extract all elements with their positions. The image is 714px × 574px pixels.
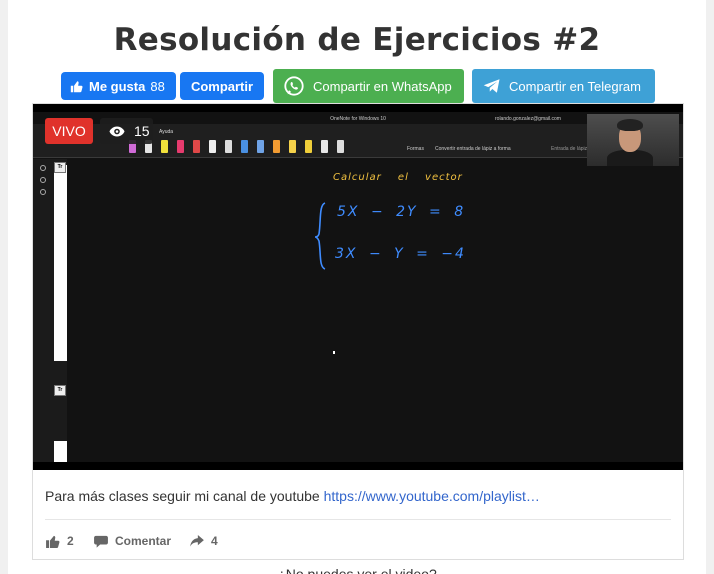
onenote-sidebar (33, 159, 53, 470)
facebook-share-button[interactable]: Compartir (180, 72, 264, 100)
handwritten-equation-2: 3X − Y = −4 (335, 246, 466, 262)
pen-icon (225, 140, 232, 153)
post-description: Para más clases seguir mi canal de youtu… (45, 488, 540, 504)
comment-icon (94, 535, 108, 548)
pen-icon (289, 140, 296, 153)
post-divider (45, 519, 671, 520)
video-post-card: OneNote for Windows 10 rolando.gonzalez@… (32, 103, 684, 560)
pen-icon (273, 140, 280, 153)
cant-see-video-link[interactable]: ¿No puedes ver el video? (8, 566, 706, 574)
text-icon: Tr (54, 385, 66, 396)
telegram-icon (483, 79, 500, 93)
viewer-count: 15 (134, 123, 150, 139)
onenote-account-email: rolando.gonzalez@gmail.com (495, 116, 561, 122)
comment-action[interactable]: Comentar (94, 532, 171, 550)
whatsapp-icon (284, 76, 304, 96)
thumbs-up-icon (46, 535, 60, 548)
page-title: Resolución de Ejercicios #2 (113, 22, 601, 58)
page-thumbnail (54, 165, 67, 361)
pen-icon (337, 140, 344, 153)
share-bar: Me gusta 88 Compartir Compartir en Whats… (8, 69, 706, 103)
facebook-like-label: Me gusta (89, 78, 146, 94)
pen-icon (305, 140, 312, 153)
onenote-convert-ink-tool: Convertir entrada de lápiz a forma (435, 146, 511, 152)
onenote-page-strip (53, 159, 67, 465)
text-icon: Tr (54, 162, 66, 173)
share-count: 4 (211, 534, 218, 548)
onenote-tab-ayuda: Ayuda (159, 129, 174, 135)
handwritten-title: Calcular el vector (333, 172, 463, 183)
onenote-pen-tray (129, 140, 344, 154)
telegram-share-button[interactable]: Compartir en Telegram (472, 69, 655, 103)
live-video-player[interactable]: OneNote for Windows 10 rolando.gonzalez@… (33, 104, 683, 470)
handwritten-equation-1: 5X − 2Y = 8 (337, 204, 466, 220)
presenter-hair (617, 119, 643, 131)
viewer-count-badge: 15 (100, 118, 153, 144)
post-description-text: Para más clases seguir mi canal de youtu… (45, 488, 324, 504)
whatsapp-share-button[interactable]: Compartir en WhatsApp (273, 69, 464, 103)
window-top-strip (33, 104, 683, 112)
pen-icon (177, 140, 184, 153)
onenote-shapes-tool: Formas (407, 146, 424, 152)
pen-icon (321, 140, 328, 153)
like-action[interactable]: 2 (46, 532, 74, 550)
pointer-cursor (333, 351, 335, 354)
comment-label: Comentar (115, 534, 172, 548)
thumbs-up-icon (70, 80, 83, 92)
pen-icon (257, 140, 264, 153)
pen-icon (161, 140, 168, 153)
telegram-share-label: Compartir en Telegram (509, 78, 641, 94)
recent-icon (40, 189, 46, 195)
youtube-playlist-link[interactable]: https://www.youtube.com/playlist… (324, 488, 540, 504)
onenote-ink-tool: Entrada de lápiz (551, 146, 588, 152)
pen-icon (193, 140, 200, 153)
pen-icon (241, 140, 248, 153)
facebook-like-count: 88 (150, 78, 165, 94)
live-badge: VIVO (45, 118, 93, 144)
system-brace-icon (314, 202, 326, 270)
facebook-like-button[interactable]: Me gusta 88 (61, 72, 176, 100)
share-action[interactable]: 4 (190, 532, 218, 550)
notebook-icon (40, 165, 46, 171)
presenter-body (607, 150, 653, 166)
eye-icon (109, 126, 125, 136)
whatsapp-share-label: Compartir en WhatsApp (313, 78, 452, 94)
share-arrow-icon (190, 535, 204, 547)
like-count: 2 (67, 534, 74, 548)
webcam-overlay (587, 114, 679, 166)
pen-icon (209, 140, 216, 153)
page: Resolución de Ejercicios #2 Me gusta 88 … (8, 0, 706, 574)
search-icon (40, 177, 46, 183)
video-bottom-strip (33, 462, 683, 470)
